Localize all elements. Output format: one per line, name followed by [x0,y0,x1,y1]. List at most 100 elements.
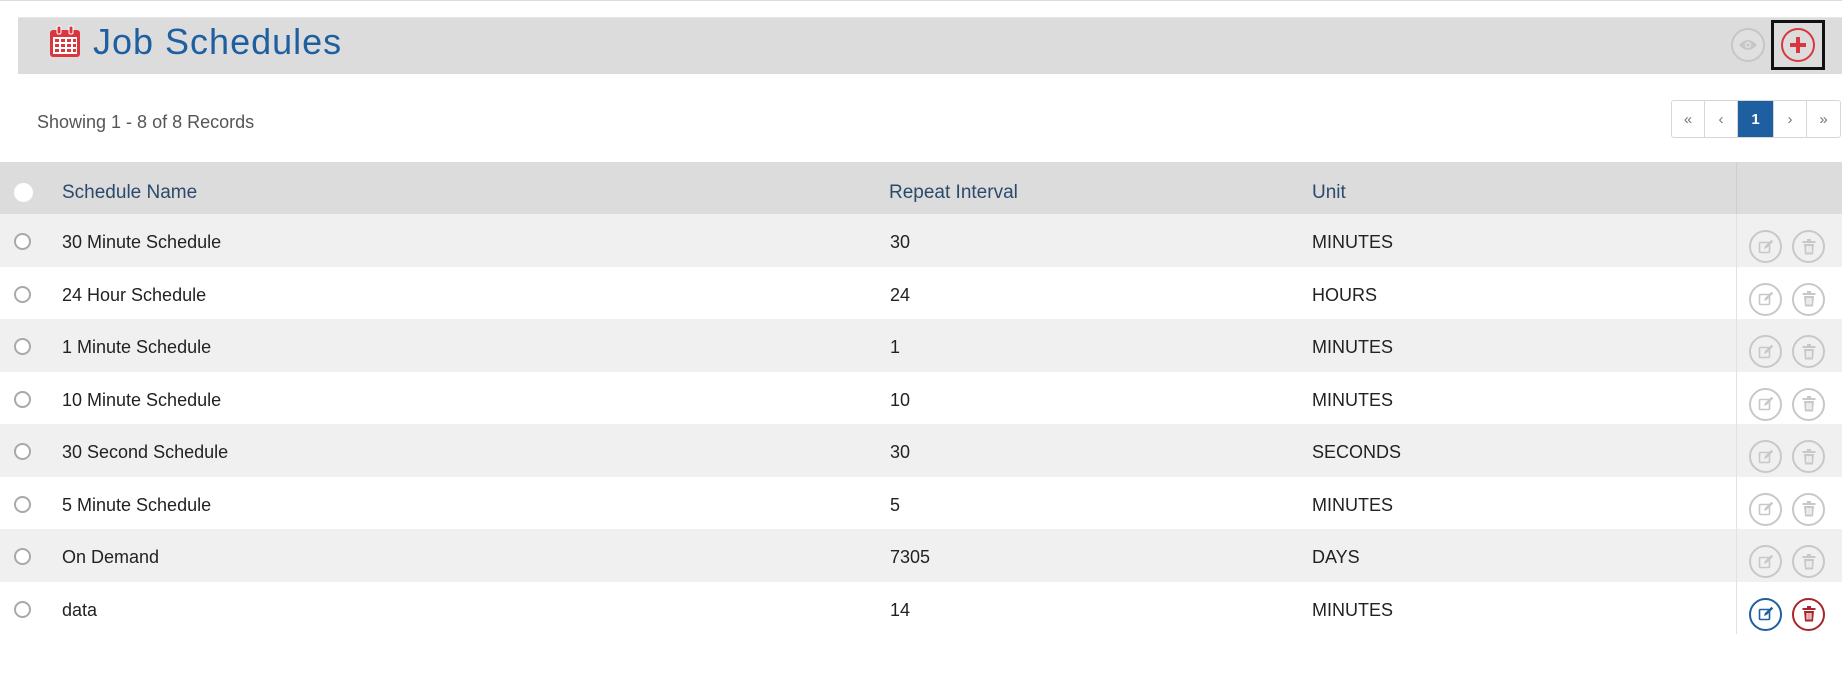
first-page-button[interactable]: « [1672,101,1705,137]
schedule-name-cell: 10 Minute Schedule [62,389,222,410]
row-select-radio[interactable] [14,443,31,460]
unit-cell: SECONDS [1312,442,1402,462]
delete-button[interactable] [1792,440,1825,473]
top-divider [0,0,1842,1]
add-schedule-focus-frame [1771,20,1825,70]
edit-icon [1758,291,1773,306]
page-1-button[interactable]: 1 [1738,101,1774,137]
repeat-interval-cell: 30 [890,232,911,252]
edit-button[interactable] [1749,597,1782,631]
schedule-name-cell: 24 Hour Schedule [62,284,207,305]
edit-button[interactable] [1749,492,1782,526]
repeat-interval-cell: 7305 [890,547,931,567]
table-row[interactable]: 24 Hour Schedule 24 HOURS [0,266,1842,319]
row-select-radio[interactable] [14,390,31,408]
edit-button[interactable] [1749,335,1782,368]
schedule-name-cell: 30 Minute Schedule [62,232,222,252]
table-row[interactable]: 1 Minute Schedule 1 MINUTES [0,319,1842,372]
column-header-repeat-interval[interactable]: Repeat Interval [889,162,1018,214]
edit-icon [1758,344,1773,358]
edit-icon [1758,501,1773,516]
edit-button[interactable] [1749,230,1782,263]
edit-button[interactable] [1749,387,1782,421]
table-row[interactable]: data 14 MINUTES [0,581,1842,634]
unit-cell: DAYS [1312,547,1360,567]
prev-page-button[interactable]: ‹ [1705,101,1738,137]
edit-button[interactable] [1749,440,1782,473]
table-row[interactable]: 10 Minute Schedule 10 MINUTES [0,371,1842,424]
row-select-radio[interactable] [14,548,31,565]
next-page-button[interactable]: › [1774,101,1807,137]
row-select-radio[interactable] [14,600,31,618]
pagination: « ‹ 1 › » [1671,100,1841,138]
actions-divider [1736,214,1737,267]
edit-icon [1758,606,1773,621]
actions-divider [1736,529,1737,582]
add-schedule-button[interactable] [1781,28,1815,62]
edit-icon [1758,554,1773,568]
delete-button[interactable] [1792,545,1825,578]
table-row[interactable]: On Demand 7305 DAYS [0,529,1842,582]
schedule-name-cell: 30 Second Schedule [62,442,229,462]
actions-divider [1736,266,1737,319]
trash-icon [1802,396,1815,412]
table-row[interactable]: 5 Minute Schedule 5 MINUTES [0,476,1842,529]
unit-cell: MINUTES [1312,494,1393,515]
page-title: Job Schedules [93,21,343,62]
row-select-radio[interactable] [14,495,31,513]
row-select-radio[interactable] [14,233,31,250]
trash-icon [1802,553,1815,569]
page-header: Job Schedules [18,17,1842,74]
calendar-icon [50,25,80,57]
repeat-interval-cell: 30 [890,442,911,462]
view-button[interactable] [1731,28,1765,62]
repeat-interval-cell: 5 [890,494,901,515]
actions-column-divider [1736,162,1737,214]
repeat-interval-cell: 14 [890,599,911,620]
trash-icon [1802,291,1815,307]
edit-button[interactable] [1749,282,1782,316]
trash-icon [1802,343,1815,359]
row-select-radio[interactable] [14,338,31,355]
repeat-interval-cell: 1 [890,337,901,357]
table-row[interactable]: 30 Second Schedule 30 SECONDS [0,424,1842,477]
schedule-name-cell: 5 Minute Schedule [62,494,212,515]
last-page-button[interactable]: » [1807,101,1840,137]
trash-icon [1802,448,1815,464]
delete-button[interactable] [1792,597,1825,631]
unit-cell: MINUTES [1312,337,1393,357]
delete-button[interactable] [1792,282,1825,316]
actions-divider [1736,371,1737,424]
schedule-table-body: 30 Minute Schedule 30 MINUTES 24 Hour Sched… [0,214,1842,634]
repeat-interval-cell: 24 [890,284,911,305]
delete-button[interactable] [1792,387,1825,421]
edit-icon [1758,449,1773,463]
actions-divider [1736,476,1737,529]
select-all-radio[interactable] [14,183,33,202]
eye-icon [1739,40,1757,50]
schedule-name-cell: data [62,599,98,620]
actions-divider [1736,424,1737,477]
trash-icon [1802,501,1815,517]
delete-button[interactable] [1792,335,1825,368]
unit-cell: HOURS [1312,284,1378,305]
edit-icon [1758,239,1773,253]
schedule-name-cell: On Demand [62,547,160,567]
column-header-schedule-name[interactable]: Schedule Name [62,162,197,214]
plus-icon [1790,37,1806,53]
unit-cell: MINUTES [1312,599,1393,620]
unit-cell: MINUTES [1312,389,1393,410]
edit-button[interactable] [1749,545,1782,578]
edit-icon [1758,396,1773,411]
table-row[interactable]: 30 Minute Schedule 30 MINUTES [0,214,1842,267]
trash-icon [1802,606,1815,622]
column-header-unit[interactable]: Unit [1312,162,1346,214]
row-select-radio[interactable] [14,285,31,303]
delete-button[interactable] [1792,230,1825,263]
delete-button[interactable] [1792,492,1825,526]
trash-icon [1802,238,1815,254]
schedule-name-cell: 1 Minute Schedule [62,337,212,357]
actions-divider [1736,319,1737,372]
unit-cell: MINUTES [1312,232,1393,252]
repeat-interval-cell: 10 [890,389,911,410]
